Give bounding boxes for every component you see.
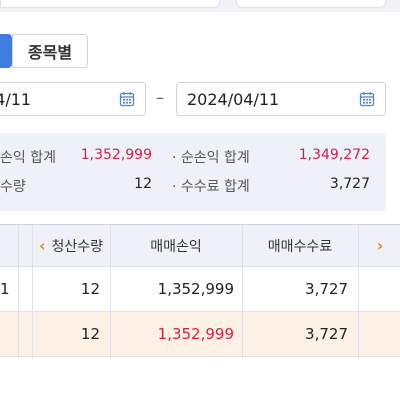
date-range-separator: –	[156, 88, 164, 107]
fee-total-label: · 수수료 합계	[172, 179, 250, 195]
quantity-value: 12	[134, 176, 152, 192]
header-trade-profit: 매매손익	[110, 225, 242, 266]
top-card-left[interactable]	[0, 0, 220, 8]
header-trade-fee: 매매수수료	[242, 225, 358, 266]
net-profit-total-label: · 순손익 합계	[172, 150, 250, 166]
end-date-value: 2024/04/11	[187, 89, 280, 109]
segment-tab-active[interactable]	[0, 34, 12, 68]
tab-by-item[interactable]: 종목별	[12, 34, 88, 68]
header-settled-qty: ‹ 청산수량	[32, 225, 110, 266]
start-date-field[interactable]: 04/11	[0, 82, 146, 116]
summary-panel: 손익 합계 1,352,999 · 순손익 합계 1,349,272 수량 12…	[0, 133, 386, 211]
row-profit: 1,352,999	[157, 280, 234, 298]
start-date-value: 04/11	[0, 89, 32, 109]
net-profit-total-value: 1,349,272	[298, 147, 370, 163]
row-fee: 3,727	[305, 280, 348, 298]
chevron-right-icon[interactable]: ›	[377, 236, 384, 255]
column-divider	[110, 225, 111, 359]
profit-total-value: 1,352,999	[80, 147, 152, 163]
header-label: 청산수량	[51, 238, 104, 255]
column-divider	[18, 225, 19, 359]
column-divider	[32, 225, 33, 359]
table-row-total[interactable]: 12 1,352,999 3,727	[0, 312, 400, 357]
row-fee: 3,727	[305, 325, 348, 343]
row-profit: 1,352,999	[157, 325, 234, 343]
quantity-label: 수량	[0, 179, 26, 195]
header-label: 매매수수료	[267, 238, 333, 255]
header-next: ›	[358, 225, 400, 266]
profit-total-label: 손익 합계	[0, 150, 56, 166]
end-date-field[interactable]: 2024/04/11	[176, 82, 386, 116]
table-row[interactable]: 1 12 1,352,999 3,727	[0, 267, 400, 312]
top-card-right[interactable]	[236, 0, 386, 8]
table-header: ‹ 청산수량 매매손익 매매수수료 ›	[0, 225, 400, 267]
column-divider	[242, 225, 243, 359]
header-label: 매매손익	[150, 238, 202, 255]
calendar-icon[interactable]	[359, 91, 375, 107]
column-divider	[358, 225, 359, 359]
row-first-cell	[0, 312, 16, 356]
row-first-cell: 1	[0, 280, 10, 298]
chevron-left-icon[interactable]: ‹	[39, 236, 46, 255]
row-qty: 12	[80, 280, 100, 298]
row-qty: 12	[80, 325, 100, 343]
calendar-icon[interactable]	[119, 91, 135, 107]
fee-total-value: 3,727	[329, 176, 370, 192]
result-table: ‹ 청산수량 매매손익 매매수수료 › 1 12 1,352,999 3,727…	[0, 224, 400, 359]
